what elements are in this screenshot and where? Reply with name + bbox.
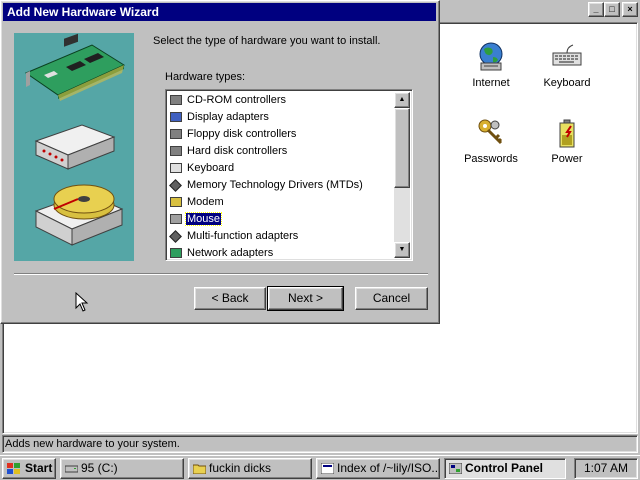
list-item[interactable]: Modem: [168, 194, 396, 211]
wizard-title: Add New Hardware Wizard: [7, 5, 159, 19]
minimize-button[interactable]: _: [588, 2, 604, 17]
scroll-thumb[interactable]: [394, 108, 410, 188]
mouse-icon: [170, 214, 182, 224]
hardware-types-items: CD-ROM controllers Display adapters Flop…: [168, 92, 396, 258]
list-item[interactable]: Network adapters: [168, 245, 396, 258]
keys-icon: [478, 119, 503, 145]
wizard-separator: [14, 273, 428, 275]
cp-icon-label: Keyboard: [543, 77, 591, 89]
diamond-icon: [169, 179, 182, 192]
status-text: Adds new hardware to your system.: [5, 438, 180, 450]
taskbar-item-label: Control Panel: [465, 461, 544, 475]
list-item[interactable]: Memory Technology Drivers (MTDs): [168, 177, 396, 194]
cp-icon-passwords[interactable]: Passwords: [451, 117, 531, 165]
list-item-label: Multi-function adapters: [187, 230, 299, 242]
start-button[interactable]: Start: [2, 458, 56, 479]
keyboard-icon: [170, 163, 182, 173]
system-tray: 1:07 AM: [574, 458, 638, 479]
list-item-label: Memory Technology Drivers (MTDs): [187, 179, 363, 191]
close-button[interactable]: ×: [622, 2, 638, 17]
add-hardware-wizard-dialog: Add New Hardware Wizard Select the type …: [0, 0, 440, 324]
hardware-types-label: Hardware types:: [165, 71, 246, 83]
close-icon: ×: [627, 4, 633, 14]
list-item[interactable]: Display adapters: [168, 109, 396, 126]
control-panel-icon: [449, 463, 462, 474]
network-adapter-icon: [170, 248, 182, 258]
back-button-label: < Back: [211, 291, 249, 305]
diamond-icon: [169, 230, 182, 243]
status-bar: Adds new hardware to your system.: [2, 435, 638, 453]
clock[interactable]: 1:07 AM: [584, 461, 628, 475]
hard-disk-controller-icon: [170, 146, 182, 156]
modem-box-icon: [34, 124, 116, 170]
list-item-selected[interactable]: Mouse: [168, 211, 396, 228]
arrow-down-icon: ▼: [398, 246, 406, 253]
list-item-label: Keyboard: [187, 162, 235, 174]
taskbar-item-label: Index of /~lily/ISO...: [337, 461, 440, 475]
start-label: Start: [25, 461, 53, 475]
taskbar-item-drive[interactable]: 95 (C:): [60, 458, 184, 479]
mouse-pointer-icon: [75, 292, 89, 312]
globe-icon: [479, 42, 503, 71]
wizard-titlebar[interactable]: Add New Hardware Wizard: [3, 3, 436, 21]
taskbar-item-folder[interactable]: fuckin dicks: [188, 458, 312, 479]
list-item-label: Floppy disk controllers: [187, 128, 297, 140]
monitor-icon: [170, 112, 182, 122]
battery-icon: [559, 119, 575, 148]
list-item-label: CD-ROM controllers: [187, 94, 287, 106]
cp-icon-internet[interactable]: Internet: [451, 41, 531, 89]
modem-icon: [170, 197, 182, 207]
cp-icon-keyboard[interactable]: Keyboard: [527, 41, 607, 89]
minimize-icon: _: [593, 4, 599, 14]
taskbar: Start 95 (C:) fuckin dicks Index of /~li…: [0, 455, 640, 480]
list-item[interactable]: CD-ROM controllers: [168, 92, 396, 109]
hardware-types-listbox[interactable]: CD-ROM controllers Display adapters Flop…: [165, 89, 413, 261]
list-item-label: Network adapters: [187, 247, 274, 258]
taskbar-item-browser[interactable]: Index of /~lily/ISO...: [316, 458, 440, 479]
hardware-illustration: [24, 33, 126, 246]
scroll-down-button[interactable]: ▼: [394, 242, 410, 258]
arrow-up-icon: ▲: [398, 96, 406, 103]
cancel-button-label: Cancel: [372, 291, 411, 305]
taskbar-item-label: fuckin dicks: [209, 461, 272, 475]
cp-icon-power[interactable]: Power: [527, 117, 607, 165]
list-item[interactable]: Multi-function adapters: [168, 228, 396, 245]
browser-icon: [321, 463, 334, 474]
back-button[interactable]: < Back: [194, 287, 266, 310]
listbox-scrollbar[interactable]: ▲ ▼: [394, 92, 410, 258]
list-item[interactable]: Hard disk controllers: [168, 143, 396, 160]
list-item-label: Modem: [187, 196, 224, 208]
list-item[interactable]: Keyboard: [168, 160, 396, 177]
list-item-label: Hard disk controllers: [187, 145, 288, 157]
cp-icon-label: Internet: [472, 77, 510, 89]
taskbar-item-label: 95 (C:): [81, 461, 118, 475]
cancel-button[interactable]: Cancel: [355, 287, 428, 310]
expansion-card-icon: [24, 33, 126, 101]
drive-icon: [65, 465, 78, 473]
floppy-controller-icon: [170, 129, 182, 139]
scroll-up-button[interactable]: ▲: [394, 92, 410, 108]
list-item[interactable]: Floppy disk controllers: [168, 126, 396, 143]
folder-icon: [193, 464, 206, 474]
taskbar-item-control-panel[interactable]: Control Panel: [444, 458, 566, 479]
maximize-icon: □: [609, 4, 615, 14]
windows-logo-icon: [7, 463, 20, 474]
next-button-label: Next >: [287, 291, 323, 305]
wizard-illustration: [14, 33, 134, 261]
next-button[interactable]: Next >: [267, 286, 344, 311]
cp-icon-label: Passwords: [464, 153, 518, 165]
hard-drive-icon: [34, 184, 124, 246]
list-item-label: Display adapters: [187, 111, 269, 123]
cp-icon-label: Power: [551, 153, 583, 165]
keyboard-icon: [552, 44, 582, 66]
maximize-button[interactable]: □: [604, 2, 620, 17]
list-item-label: Mouse: [184, 212, 223, 226]
cdrom-controller-icon: [170, 95, 182, 105]
wizard-instruction: Select the type of hardware you want to …: [153, 35, 381, 47]
